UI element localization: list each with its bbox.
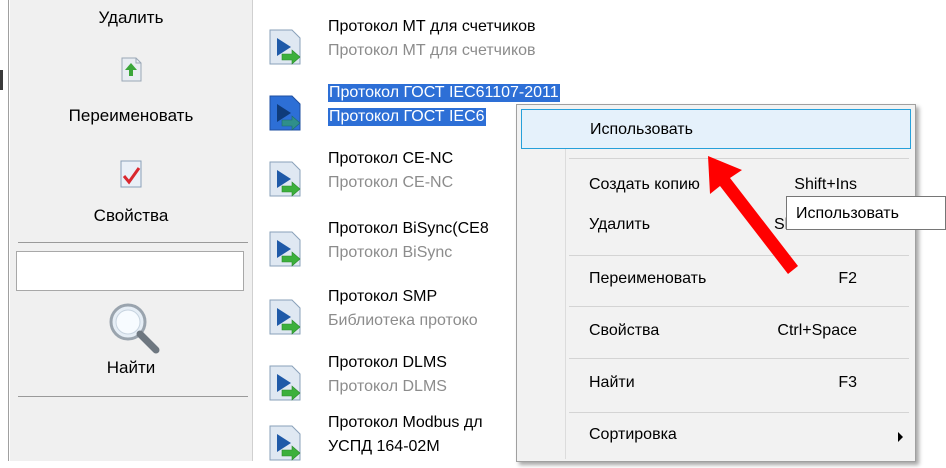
menu-item-label: Переименовать <box>589 270 707 287</box>
protocol-file-icon <box>269 365 301 401</box>
menu-separator <box>569 358 909 359</box>
list-item[interactable]: Протокол МТ для счетчиков Протокол МТ дл… <box>262 12 662 72</box>
menu-item-find[interactable]: Найти F3 <box>521 363 911 403</box>
menu-item-label: Создать копию <box>589 176 700 193</box>
menu-item-shortcut: F3 <box>838 374 857 391</box>
protocol-file-icon <box>269 231 301 267</box>
menu-item-label: Сортировка <box>589 426 677 443</box>
menu-item-sort[interactable]: Сортировка <box>521 415 911 455</box>
item-title: Протокол BiSync(CE8 <box>328 220 489 237</box>
item-title: Протокол МТ для счетчиков <box>328 18 536 35</box>
toolbar-separator <box>18 242 248 243</box>
protocol-file-icon <box>269 299 301 335</box>
item-title: Протокол SMP <box>328 288 438 305</box>
toolbar-separator <box>18 396 248 397</box>
menu-item-shortcut: F2 <box>838 270 857 287</box>
item-title: Протокол ГОСТ IEC61107-2011 <box>327 83 561 103</box>
menu-item-label: Найти <box>589 374 635 391</box>
properties-icon <box>120 160 142 188</box>
delete-label: Удалить <box>98 8 164 27</box>
protocol-file-icon <box>269 95 301 131</box>
border-line <box>8 0 9 461</box>
protocol-file-icon <box>269 425 301 461</box>
side-toolbar: Удалить Переименовать Свойства Найти <box>10 0 253 461</box>
rename-icon <box>121 57 142 82</box>
red-arrow-annotation <box>708 156 798 274</box>
protocol-file-icon <box>269 161 301 197</box>
search-input[interactable] <box>16 251 244 291</box>
item-subtitle: Библиотека протоко <box>328 312 478 329</box>
magnifier-icon <box>109 303 160 354</box>
item-subtitle: Протокол CE-NC <box>328 174 454 191</box>
find-button[interactable]: Найти <box>10 300 252 390</box>
properties-button[interactable]: Свойства <box>10 158 252 238</box>
protocol-file-icon <box>269 29 301 65</box>
item-subtitle: УСПД 164-02М <box>328 438 440 455</box>
menu-separator <box>569 306 909 307</box>
rename-label: Переименовать <box>68 106 194 125</box>
menu-item-label: Использовать <box>590 121 693 138</box>
menu-item-label: Удалить <box>589 216 651 233</box>
border-mark <box>0 70 3 90</box>
menu-item-use[interactable]: Использовать <box>521 109 911 149</box>
menu-separator <box>569 412 909 413</box>
item-subtitle: Протокол ГОСТ IEC6 <box>327 107 487 127</box>
delete-button[interactable]: Удалить <box>10 8 252 28</box>
find-label: Найти <box>106 358 156 377</box>
menu-item-shortcut: Ctrl+Space <box>777 322 857 339</box>
menu-item-label: Свойства <box>589 322 660 339</box>
window-left-border <box>0 0 10 461</box>
submenu-arrow-icon <box>898 432 903 442</box>
rename-button[interactable]: Переименовать <box>10 54 252 134</box>
item-subtitle: Протокол BiSync <box>328 244 453 261</box>
item-subtitle: Протокол DLMS <box>328 378 447 395</box>
properties-label: Свойства <box>93 206 169 225</box>
item-title: Протокол DLMS <box>328 354 447 371</box>
item-subtitle: Протокол МТ для счетчиков <box>328 42 536 59</box>
menu-item-properties[interactable]: Свойства Ctrl+Space <box>521 311 911 351</box>
item-title: Протокол Modbus дл <box>328 414 483 431</box>
item-title: Протокол CE-NC <box>328 150 454 167</box>
